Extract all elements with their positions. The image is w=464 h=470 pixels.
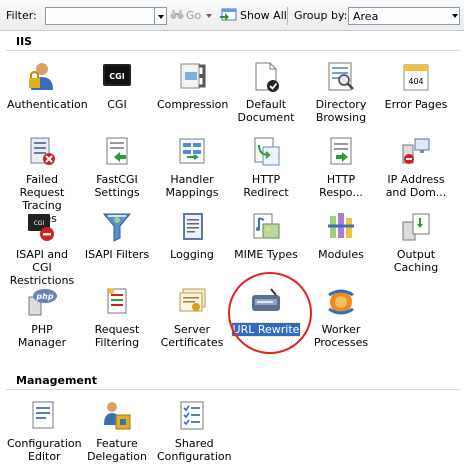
feature-label: Request Filtering (94, 323, 140, 349)
output-caching-icon (402, 213, 430, 241)
url-rewrite-icon (252, 288, 280, 311)
section-header-management: Management (16, 374, 97, 387)
isapi-cgi-restrictions-icon: CGI (28, 214, 54, 241)
handler-mappings-icon (179, 138, 205, 164)
group-by-label: Group by: (294, 9, 348, 22)
error-pages-icon: 404 (403, 64, 429, 91)
feature-worker-processes[interactable]: Worker Processes (305, 285, 377, 349)
default-document-icon (255, 62, 279, 92)
feature-label: Server Certificates (160, 323, 224, 349)
feature-handler-mappings[interactable]: Handler Mappings (156, 135, 228, 199)
feature-label: Compression (157, 98, 229, 111)
go-button[interactable]: Go (170, 0, 201, 31)
feature-error-pages[interactable]: 404 Error Pages (380, 60, 452, 111)
toolbar-separator (287, 7, 288, 25)
http-redirect-icon (254, 137, 280, 166)
feature-label: Feature Delegation (87, 437, 147, 463)
section-header-iis: IIS (16, 35, 33, 48)
feature-url-rewrite[interactable]: URL Rewrite (230, 285, 302, 337)
feature-label: Worker Processes (313, 323, 369, 349)
group-by-select[interactable]: Area (348, 7, 460, 25)
modules-icon (328, 213, 354, 238)
feature-mime-types[interactable]: MIME Types (230, 210, 302, 261)
feature-directory-browsing[interactable]: Directory Browsing (305, 60, 377, 124)
feature-http-response-headers[interactable]: HTTP Respo... (305, 135, 377, 199)
feature-label: PHP Manager (17, 323, 67, 349)
feature-label: Handler Mappings (165, 173, 219, 199)
show-all-button[interactable]: Show All (219, 0, 287, 31)
feature-label: Output Caching (393, 248, 439, 274)
feature-label: HTTP Respo... (319, 173, 363, 199)
section-divider (6, 50, 460, 51)
feature-http-redirect[interactable]: HTTP Redirect (230, 135, 302, 199)
feature-label: MIME Types (234, 248, 298, 261)
feature-isapi-filters[interactable]: ISAPI Filters (81, 210, 153, 261)
feature-label: Configuration Editor (7, 437, 82, 463)
feature-label: Modules (318, 248, 364, 261)
feature-delegation-icon (104, 402, 131, 430)
feature-shared-configuration[interactable]: Shared Configuration (156, 399, 232, 463)
filter-toolbar: Filter: Go Show All Group by: Area (0, 0, 464, 31)
feature-label: ISAPI and CGI Restrictions (9, 248, 75, 287)
filter-input[interactable] (45, 7, 155, 25)
configuration-editor-icon (32, 401, 54, 429)
feature-configuration-editor[interactable]: Configuration Editor (6, 399, 82, 463)
go-label: Go (186, 9, 202, 22)
feature-feature-delegation[interactable]: Feature Delegation (81, 399, 153, 463)
failed-request-tracing-icon (30, 137, 55, 165)
feature-label: HTTP Redirect (243, 173, 289, 199)
feature-label: FastCGI Settings (94, 173, 140, 199)
server-certificates-icon (179, 288, 206, 312)
group-by-value: Area (353, 10, 379, 23)
feature-label: Shared Configuration (157, 437, 232, 463)
feature-logging[interactable]: Logging (156, 210, 228, 261)
svg-text:CGI: CGI (109, 72, 124, 81)
feature-compression[interactable]: Compression (156, 60, 228, 111)
isapi-filters-icon (102, 213, 132, 242)
feature-php-manager[interactable]: php PHP Manager (6, 285, 78, 349)
php-manager-icon: php (28, 289, 57, 316)
mime-types-icon (253, 213, 280, 239)
show-all-icon (220, 8, 237, 21)
feature-output-caching[interactable]: Output Caching (380, 210, 452, 274)
feature-default-document[interactable]: Default Document (230, 60, 302, 124)
filter-dropdown-button[interactable] (155, 7, 167, 25)
feature-label: Directory Browsing (315, 98, 367, 124)
ip-address-domain-icon (402, 138, 430, 164)
feature-label: ISAPI Filters (84, 248, 150, 261)
feature-server-certificates[interactable]: Server Certificates (156, 285, 228, 349)
show-all-label: Show All (240, 9, 287, 22)
feature-isapi-cgi-restrictions[interactable]: CGI ISAPI and CGI Restrictions (6, 210, 78, 287)
section-divider (6, 389, 460, 390)
feature-label: Default Document (237, 98, 295, 124)
feature-label: URL Rewrite (230, 322, 302, 337)
authentication-icon (29, 63, 53, 90)
compression-icon (180, 63, 206, 89)
feature-label: Authentication (7, 98, 88, 111)
feature-fastcgi-settings[interactable]: FastCGI Settings (81, 135, 153, 199)
request-filtering-icon (107, 288, 127, 314)
feature-label: Logging (170, 248, 214, 261)
http-response-headers-icon (330, 137, 352, 165)
feature-ip-address-domain[interactable]: IP Address and Dom... (380, 135, 452, 199)
binoculars-icon (170, 10, 184, 19)
svg-text:php: php (35, 292, 53, 301)
svg-text:CGI: CGI (34, 220, 45, 227)
feature-modules[interactable]: Modules (305, 210, 377, 261)
feature-label: Error Pages (384, 98, 448, 111)
feature-authentication[interactable]: Authentication (6, 60, 88, 111)
worker-processes-icon (328, 289, 354, 315)
shared-configuration-icon (180, 401, 204, 430)
cgi-icon: CGI (103, 64, 131, 86)
svg-text:404: 404 (408, 77, 423, 86)
feature-request-filtering[interactable]: Request Filtering (81, 285, 153, 349)
feature-label: CGI (107, 98, 127, 111)
filter-label: Filter: (6, 9, 37, 22)
feature-label: IP Address and Dom... (385, 173, 447, 199)
feature-cgi[interactable]: CGI CGI (81, 60, 153, 111)
fastcgi-settings-icon (106, 137, 128, 165)
logging-icon (183, 213, 203, 240)
directory-browsing-icon (328, 62, 354, 91)
chevron-down-icon (452, 14, 458, 18)
